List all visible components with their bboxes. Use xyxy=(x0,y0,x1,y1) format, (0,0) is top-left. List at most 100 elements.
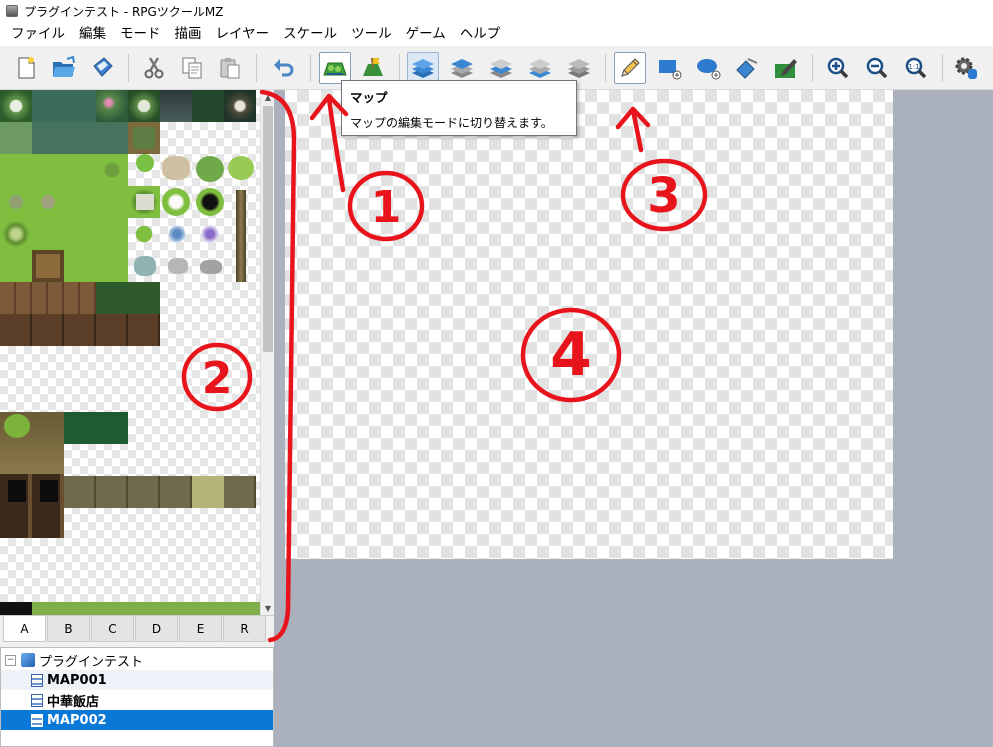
tile[interactable] xyxy=(64,412,128,444)
tile[interactable] xyxy=(166,224,188,244)
tile[interactable] xyxy=(162,156,190,180)
tree-project-node[interactable]: − プラグインテスト xyxy=(1,650,273,670)
tile[interactable] xyxy=(96,154,128,186)
menu-edit[interactable]: 編集 xyxy=(72,22,113,46)
menu-mode[interactable]: モード xyxy=(113,22,168,46)
menu-draw[interactable]: 描画 xyxy=(168,22,209,46)
tab-d[interactable]: D xyxy=(135,616,178,642)
tile[interactable] xyxy=(128,122,160,154)
tile[interactable] xyxy=(198,224,222,244)
scrollbar-thumb[interactable] xyxy=(263,106,273,352)
gear-database-icon xyxy=(955,57,977,79)
ellipse-icon xyxy=(697,59,721,80)
tile[interactable] xyxy=(4,414,30,438)
tile[interactable] xyxy=(192,90,224,122)
tile[interactable] xyxy=(136,154,154,172)
layers-icon xyxy=(490,59,512,78)
tile[interactable] xyxy=(40,480,58,502)
tile[interactable] xyxy=(196,188,224,216)
tile[interactable] xyxy=(96,90,128,122)
tree-map-node[interactable]: MAP001 xyxy=(1,670,273,690)
toolbar-separator xyxy=(128,54,129,82)
tile[interactable] xyxy=(0,186,32,218)
menu-help[interactable]: ヘルプ xyxy=(453,22,508,46)
tile-palette[interactable] xyxy=(0,90,260,615)
collapse-icon[interactable]: − xyxy=(5,654,16,666)
paste-button[interactable] xyxy=(214,52,246,84)
menu-scale[interactable]: スケール xyxy=(276,22,344,46)
tile[interactable] xyxy=(236,190,246,282)
new-project-button[interactable] xyxy=(10,52,42,84)
tile[interactable] xyxy=(8,480,26,502)
map-terrain-icon xyxy=(323,62,347,76)
tile[interactable] xyxy=(0,122,32,154)
tree-map-node-selected[interactable]: MAP002 xyxy=(1,710,273,730)
scroll-down-arrow-icon[interactable]: ▼ xyxy=(261,601,275,615)
tab-r[interactable]: R xyxy=(223,616,266,642)
rectangle-tool-button[interactable] xyxy=(653,52,685,84)
menu-file[interactable]: ファイル xyxy=(4,22,72,46)
scissors-icon xyxy=(144,57,164,79)
tab-e[interactable]: E xyxy=(179,616,222,642)
open-project-button[interactable] xyxy=(48,52,80,84)
layers-icon xyxy=(412,59,434,78)
undo-button[interactable] xyxy=(268,52,300,84)
tile[interactable] xyxy=(136,194,154,210)
layers-icon xyxy=(568,59,590,78)
menu-game[interactable]: ゲーム xyxy=(399,22,453,46)
zoom-out-button[interactable] xyxy=(861,52,893,84)
tile[interactable] xyxy=(0,314,160,346)
tile[interactable] xyxy=(0,90,32,122)
menu-layer[interactable]: レイヤー xyxy=(209,22,277,46)
tile[interactable] xyxy=(32,90,96,122)
map-canvas[interactable] xyxy=(285,90,893,559)
shadow-pen-button[interactable] xyxy=(770,52,802,84)
tree-map-label: 中華飯店 xyxy=(47,694,100,710)
shadow-pen-icon xyxy=(775,59,797,78)
undo-arrow-icon xyxy=(274,59,294,77)
tile[interactable] xyxy=(196,156,224,182)
menu-tools[interactable]: ツール xyxy=(344,22,399,46)
tooltip-title: マップ xyxy=(350,90,388,105)
tile[interactable] xyxy=(32,250,64,282)
tile[interactable] xyxy=(192,476,224,508)
tile[interactable] xyxy=(228,156,254,180)
tile-palette-scrollbar[interactable]: ▲ ▼ xyxy=(260,90,274,615)
tile[interactable] xyxy=(0,602,260,615)
zoom-in-button[interactable] xyxy=(822,52,854,84)
toolbar-separator xyxy=(942,54,943,82)
tile[interactable] xyxy=(160,90,192,122)
tile[interactable] xyxy=(96,282,160,314)
tile[interactable] xyxy=(134,256,156,276)
tile[interactable] xyxy=(32,122,128,154)
database-button[interactable] xyxy=(950,52,982,84)
tree-map-node[interactable]: 中華飯店 xyxy=(1,690,273,710)
paint-bucket-icon xyxy=(736,58,758,79)
toolbar-separator xyxy=(399,54,400,82)
tile[interactable] xyxy=(162,188,190,216)
tile[interactable] xyxy=(200,260,222,274)
tile[interactable] xyxy=(32,186,64,218)
cut-button[interactable] xyxy=(138,52,170,84)
scroll-up-arrow-icon[interactable]: ▲ xyxy=(261,90,275,104)
toolbar-separator xyxy=(605,54,606,82)
zoom-out-icon xyxy=(866,57,888,79)
tile[interactable] xyxy=(224,90,256,122)
tab-b[interactable]: B xyxy=(47,616,90,642)
ellipse-tool-button[interactable] xyxy=(692,52,724,84)
fill-tool-button[interactable] xyxy=(731,52,763,84)
copy-button[interactable] xyxy=(176,52,208,84)
tile[interactable] xyxy=(0,218,32,250)
layers-icon xyxy=(529,59,551,78)
pencil-tool-button[interactable] xyxy=(614,52,646,84)
actual-size-button[interactable]: 1:1 xyxy=(900,52,932,84)
tab-c[interactable]: C xyxy=(91,616,134,642)
tile[interactable] xyxy=(128,90,160,122)
save-project-button[interactable] xyxy=(86,52,118,84)
tab-a[interactable]: A xyxy=(3,616,46,642)
tile[interactable] xyxy=(168,258,188,274)
tile[interactable] xyxy=(128,218,160,250)
copy-icon xyxy=(182,57,202,79)
open-folder-icon xyxy=(53,56,75,77)
tile[interactable] xyxy=(64,476,256,508)
